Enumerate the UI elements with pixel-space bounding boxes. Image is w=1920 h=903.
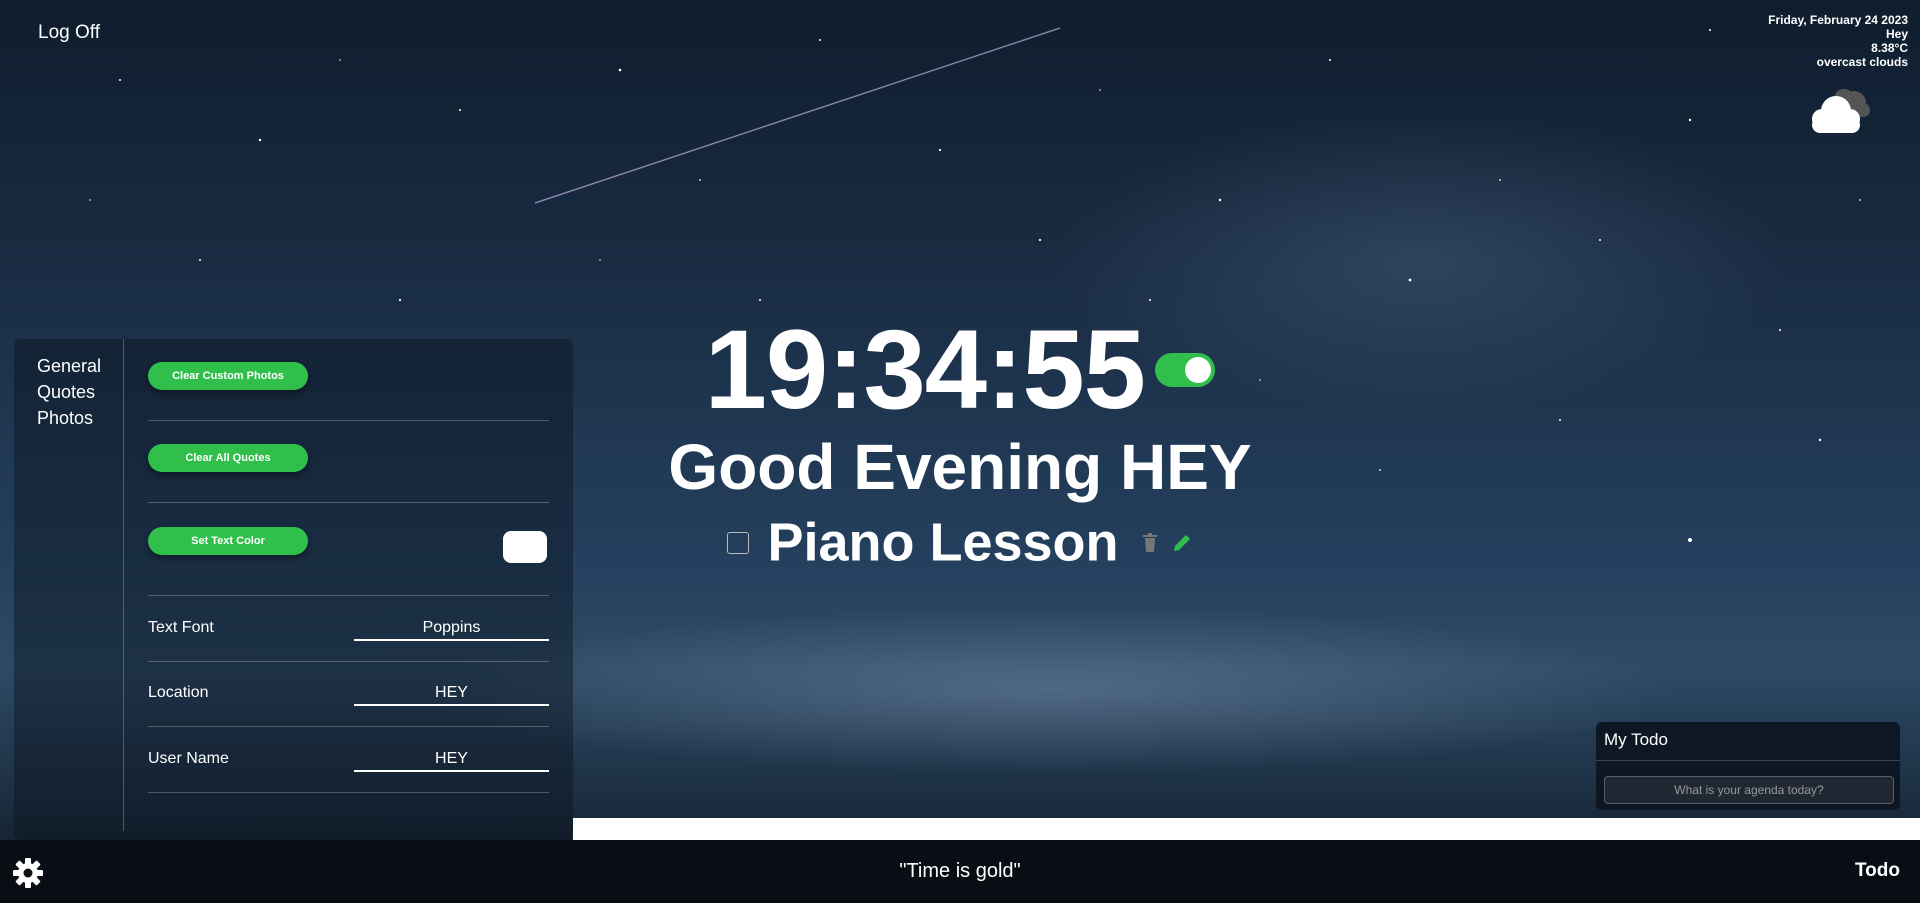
user-name-input[interactable]: HEY [354,750,549,772]
focus-text: Piano Lesson [767,512,1119,573]
weather-widget: Friday, February 24 2023 Hey 8.38°C over… [1768,13,1908,133]
pencil-icon[interactable] [1171,532,1193,554]
clock-time: 19:34:55 [704,307,1146,432]
divider [148,661,549,662]
focus-checkbox[interactable] [727,531,750,554]
log-off-link[interactable]: Log Off [38,22,100,44]
cloud-icon [1812,89,1870,133]
divider [148,595,549,596]
text-font-input[interactable]: Poppins [354,619,549,641]
divider [148,726,549,727]
clear-all-quotes-button[interactable]: Clear All Quotes [148,444,308,472]
user-name-label: User Name [148,750,229,767]
todo-input[interactable]: What is your agenda today? [1604,776,1894,804]
settings-nav-general[interactable]: General [14,353,123,379]
divider [148,502,549,503]
todo-title: My Todo [1604,730,1668,749]
text-color-swatch[interactable] [503,531,547,563]
set-text-color-button[interactable]: Set Text Color [148,527,308,555]
settings-nav: General Quotes Photos [14,339,124,831]
weather-location: Hey [1885,27,1908,41]
location-input[interactable]: HEY [354,684,549,706]
todo-toggle-link[interactable]: Todo [1855,860,1900,882]
weather-temperature: 8.38°C [1871,41,1908,55]
clock-format-toggle[interactable] [1155,353,1216,387]
settings-panel: General Quotes Photos Clear Custom Photo… [14,339,573,840]
clear-custom-photos-button[interactable]: Clear Custom Photos [148,362,308,390]
status-bar [573,818,1920,840]
weather-description: overcast clouds [1816,55,1908,69]
settings-nav-photos[interactable]: Photos [14,405,123,431]
trash-icon[interactable] [1139,532,1161,554]
settings-nav-quotes[interactable]: Quotes [14,379,123,405]
text-font-label: Text Font [148,619,214,636]
quote-text: "Time is gold" [899,860,1021,882]
location-label: Location [148,684,209,701]
toggle-knob [1185,357,1212,383]
divider [148,420,549,421]
todo-panel: My Todo What is your agenda today? [1596,722,1900,810]
divider [1596,760,1900,761]
divider [148,792,549,793]
weather-date: Friday, February 24 2023 [1768,13,1908,27]
footer: "Time is gold" Todo [0,840,1920,903]
